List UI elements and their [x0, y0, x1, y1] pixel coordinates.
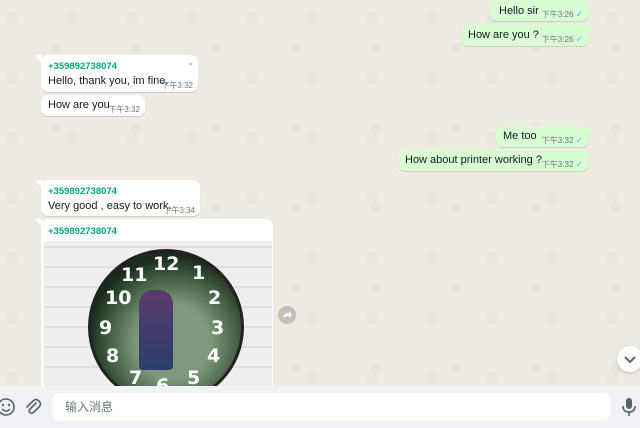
clock-number: 11: [121, 264, 148, 286]
clock-photo-image[interactable]: 12 1 2 3 4 5 6 7 8 9 10 11: [44, 241, 272, 386]
clock-number: 4: [207, 345, 221, 367]
message-text: Hello sir: [499, 5, 539, 17]
outgoing-message[interactable]: How about printer working ? 下午3:32 ✓: [398, 150, 589, 171]
bubble-tail: [35, 55, 42, 63]
message-time: 下午3:32 ✓: [541, 159, 583, 169]
clock-number: 7: [129, 367, 143, 386]
message-text: How about printer working ?: [405, 154, 542, 166]
message-text: Hello, thank you, im fine.: [48, 75, 169, 87]
clock-number: 8: [106, 345, 120, 367]
message-text: How are you: [48, 99, 110, 111]
incoming-message[interactable]: +359892738074 Very good , easy to work. …: [35, 180, 200, 216]
outgoing-message[interactable]: How are you ? 下午3:26 ✓: [461, 24, 595, 46]
message-time: 下午3:26 ✓: [541, 9, 583, 19]
message-input[interactable]: 输入消息: [53, 393, 610, 421]
clock-number: 10: [105, 287, 132, 309]
sender-phone[interactable]: +359892738074: [48, 61, 117, 72]
read-check-icon: ✓: [575, 9, 583, 19]
incoming-message[interactable]: +359892738074 Hello, thank you, im fine.…: [35, 55, 198, 92]
read-check-icon: ✓: [575, 34, 583, 44]
read-check-icon: ✓: [575, 135, 583, 145]
compose-bar: 输入消息: [0, 386, 640, 428]
message-time: 下午3:32: [108, 105, 140, 114]
message-text: Me too: [503, 130, 537, 142]
read-check-icon: ✓: [575, 159, 583, 169]
message-input-placeholder: 输入消息: [65, 400, 114, 414]
incoming-message[interactable]: How are you 下午3:32: [41, 95, 145, 116]
clock-number: 2: [208, 287, 222, 309]
outgoing-message[interactable]: Hello sir 下午3:26 ✓: [490, 0, 589, 21]
message-text: How are you ?: [468, 29, 539, 41]
bubble-tail: [588, 24, 595, 32]
clock-number: 5: [187, 367, 201, 386]
couple-figure: [139, 290, 173, 370]
sender-phone[interactable]: +359892738074: [48, 226, 117, 237]
paperclip-icon[interactable]: [23, 397, 43, 417]
clock-number: 6: [156, 375, 170, 386]
bubble-tail: [588, 126, 595, 134]
emoji-icon[interactable]: [0, 397, 16, 417]
clock-number: 1: [192, 262, 206, 284]
bubble-tail: [35, 180, 42, 188]
forward-icon[interactable]: [278, 306, 296, 324]
chevron-down-icon: [624, 356, 636, 364]
sender-phone[interactable]: +359892738074: [48, 186, 117, 197]
message-time: 下午3:26 ✓: [541, 34, 583, 44]
clock-number: 12: [153, 253, 180, 275]
chat-area: Hello sir 下午3:26 ✓ How are you ? 下午3:26 ✓ …: [0, 0, 640, 386]
bubble-tail: [35, 219, 42, 227]
outgoing-message[interactable]: Me too 下午3:32 ✓: [496, 126, 595, 147]
scroll-down-button[interactable]: [617, 346, 640, 372]
message-text: Very good , easy to work.: [48, 200, 172, 212]
clock-number: 3: [211, 317, 225, 339]
message-time: 下午3:32 ✓: [541, 135, 583, 145]
clock-number: 9: [99, 317, 113, 339]
microphone-icon[interactable]: [619, 396, 639, 418]
message-time: 下午3:32: [161, 81, 193, 90]
menu-chevron-icon[interactable]: ⌄: [187, 58, 194, 67]
message-time: 下午3:34: [163, 206, 195, 215]
